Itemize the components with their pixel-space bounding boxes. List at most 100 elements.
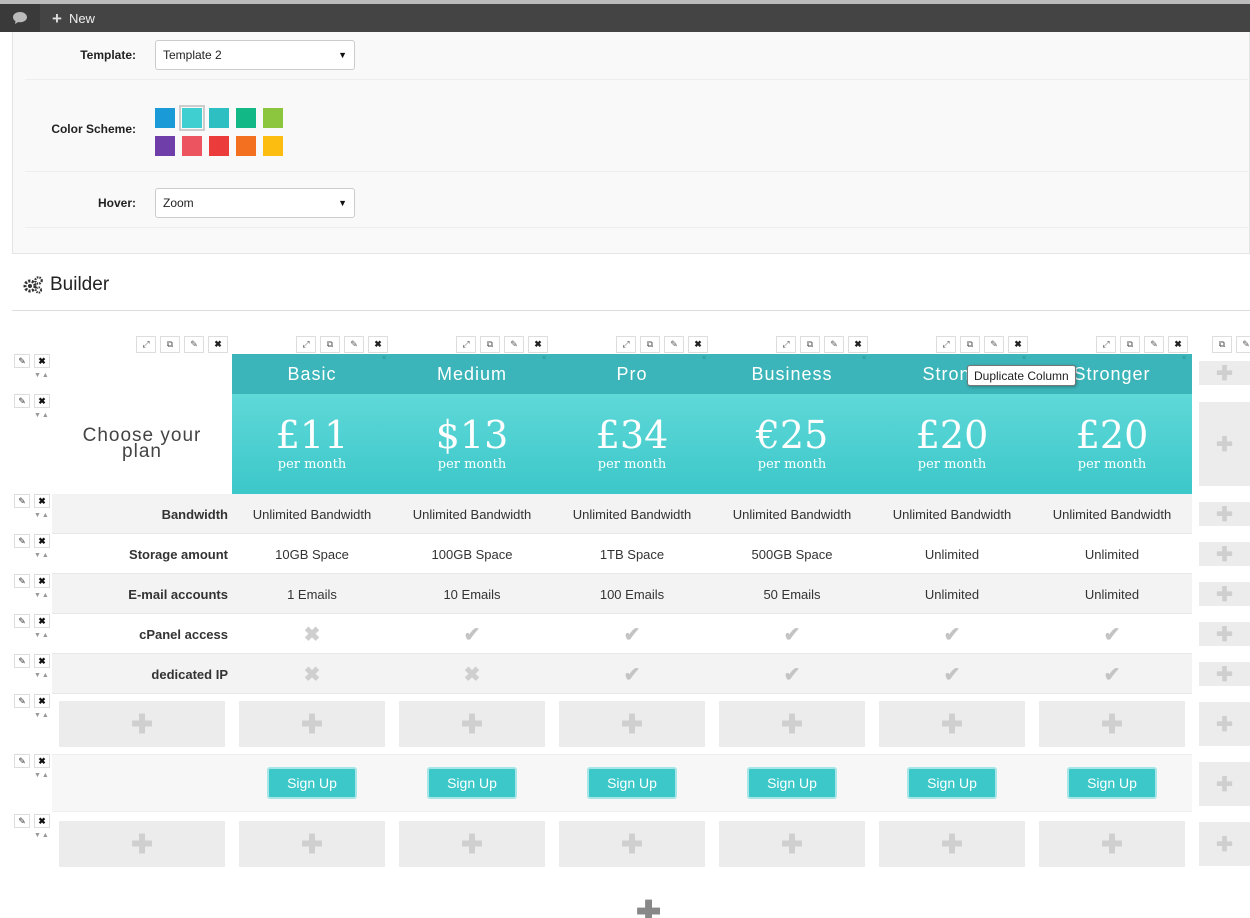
remove-icon[interactable]: ✖ — [528, 336, 548, 353]
new-content-button[interactable]: + New — [40, 4, 107, 32]
color-swatch[interactable] — [179, 105, 205, 131]
edit-icon[interactable]: ✎ — [1144, 336, 1164, 353]
edit-icon[interactable]: ✎ — [14, 654, 30, 668]
add-cell-button[interactable]: ✚ — [559, 701, 705, 747]
add-cell-button[interactable]: ✚ — [1199, 622, 1250, 646]
add-cell-button[interactable]: ✚ — [719, 701, 865, 747]
add-cell-button[interactable]: ✚ — [399, 821, 545, 867]
move-arrows-icon[interactable]: ▼▲ — [14, 672, 50, 679]
edit-icon[interactable]: ✎ — [14, 574, 30, 588]
edit-icon[interactable]: ✎ — [14, 614, 30, 628]
add-cell-button[interactable]: ✚ — [399, 701, 545, 747]
move-arrows-icon[interactable]: ▼▲ — [14, 632, 50, 639]
remove-icon[interactable]: ✖ — [368, 336, 388, 353]
edit-icon[interactable]: ✎ — [1236, 336, 1250, 353]
add-cell-button[interactable]: ✚ — [59, 701, 225, 747]
edit-icon[interactable]: ✎ — [344, 336, 364, 353]
expand-icon[interactable]: ⤢ — [136, 336, 156, 353]
remove-icon[interactable]: ✖ — [208, 336, 228, 353]
add-cell-button[interactable]: ✚ — [879, 821, 1025, 867]
color-swatch[interactable] — [182, 136, 202, 156]
hover-select[interactable]: Zoom ▼ — [155, 188, 355, 218]
add-cell-button[interactable]: ✚ — [1199, 702, 1250, 746]
add-cell-button[interactable]: ✚ — [719, 821, 865, 867]
remove-icon[interactable]: ✖ — [34, 354, 50, 368]
add-cell-button[interactable]: ✚ — [1039, 821, 1185, 867]
edit-icon[interactable]: ✎ — [824, 336, 844, 353]
remove-icon[interactable]: ✖ — [688, 336, 708, 353]
edit-icon[interactable]: ✎ — [14, 394, 30, 408]
color-swatch[interactable] — [236, 136, 256, 156]
edit-icon[interactable]: ✎ — [14, 814, 30, 828]
sign-up-button[interactable]: Sign Up — [427, 767, 517, 799]
duplicate-icon[interactable]: ⧉ — [160, 336, 180, 353]
edit-icon[interactable]: ✎ — [184, 336, 204, 353]
sign-up-button[interactable]: Sign Up — [747, 767, 837, 799]
duplicate-icon[interactable]: ⧉ — [960, 336, 980, 353]
comments-icon[interactable] — [0, 4, 40, 32]
edit-icon[interactable]: ✎ — [14, 494, 30, 508]
color-swatch[interactable] — [263, 136, 283, 156]
color-swatch[interactable] — [236, 108, 256, 128]
add-cell-button[interactable]: ✚ — [1199, 502, 1250, 526]
remove-icon[interactable]: ✖ — [34, 494, 50, 508]
edit-icon[interactable]: ✎ — [984, 336, 1004, 353]
duplicate-icon[interactable]: ⧉ — [640, 336, 660, 353]
edit-icon[interactable]: ✎ — [664, 336, 684, 353]
remove-icon[interactable]: ✖ — [34, 754, 50, 768]
color-swatch[interactable] — [155, 108, 175, 128]
edit-icon[interactable]: ✎ — [504, 336, 524, 353]
duplicate-icon[interactable]: ⧉ — [800, 336, 820, 353]
color-swatch[interactable] — [155, 136, 175, 156]
sign-up-button[interactable]: Sign Up — [907, 767, 997, 799]
edit-icon[interactable]: ✎ — [14, 754, 30, 768]
duplicate-icon[interactable]: ⧉ — [1212, 336, 1232, 353]
color-swatch[interactable] — [263, 108, 283, 128]
add-cell-button[interactable]: ✚ — [1199, 762, 1250, 806]
remove-icon[interactable]: ✖ — [1168, 336, 1188, 353]
duplicate-icon[interactable]: ⧉ — [480, 336, 500, 353]
remove-icon[interactable]: ✖ — [34, 394, 50, 408]
remove-icon[interactable]: ✖ — [34, 614, 50, 628]
expand-icon[interactable]: ⤢ — [776, 336, 796, 353]
expand-icon[interactable]: ⤢ — [296, 336, 316, 353]
remove-icon[interactable]: ✖ — [34, 654, 50, 668]
expand-icon[interactable]: ⤢ — [616, 336, 636, 353]
remove-icon[interactable]: ✖ — [1008, 336, 1028, 353]
move-arrows-icon[interactable]: ▼▲ — [14, 552, 50, 559]
template-select[interactable]: Template 2 ▼ — [155, 40, 355, 70]
expand-icon[interactable]: ⤢ — [1096, 336, 1116, 353]
move-arrows-icon[interactable]: ▼▲ — [14, 772, 50, 779]
sign-up-button[interactable]: Sign Up — [587, 767, 677, 799]
color-swatch[interactable] — [209, 136, 229, 156]
add-row-icon[interactable]: ✚ — [636, 898, 661, 918]
move-arrows-icon[interactable]: ▼▲ — [14, 372, 50, 379]
sign-up-button[interactable]: Sign Up — [1067, 767, 1157, 799]
sign-up-button[interactable]: Sign Up — [267, 767, 357, 799]
add-cell-button[interactable]: ✚ — [1199, 582, 1250, 606]
move-arrows-icon[interactable]: ▼▲ — [14, 512, 50, 519]
move-arrows-icon[interactable]: ▼▲ — [14, 832, 50, 839]
remove-icon[interactable]: ✖ — [34, 574, 50, 588]
add-cell-button[interactable]: ✚ — [1199, 361, 1250, 385]
add-cell-button[interactable]: ✚ — [1199, 402, 1250, 486]
add-cell-button[interactable]: ✚ — [239, 701, 385, 747]
move-arrows-icon[interactable]: ▼▲ — [14, 712, 50, 719]
add-cell-button[interactable]: ✚ — [1199, 542, 1250, 566]
add-cell-button[interactable]: ✚ — [559, 821, 705, 867]
add-cell-button[interactable]: ✚ — [1039, 701, 1185, 747]
duplicate-icon[interactable]: ⧉ — [320, 336, 340, 353]
remove-icon[interactable]: ✖ — [34, 694, 50, 708]
remove-icon[interactable]: ✖ — [34, 814, 50, 828]
add-cell-button[interactable]: ✚ — [1199, 662, 1250, 686]
move-arrows-icon[interactable]: ▼▲ — [14, 412, 50, 419]
edit-icon[interactable]: ✎ — [14, 694, 30, 708]
add-cell-button[interactable]: ✚ — [1199, 822, 1250, 866]
edit-icon[interactable]: ✎ — [14, 534, 30, 548]
expand-icon[interactable]: ⤢ — [456, 336, 476, 353]
expand-icon[interactable]: ⤢ — [936, 336, 956, 353]
edit-icon[interactable]: ✎ — [14, 354, 30, 368]
color-swatch[interactable] — [209, 108, 229, 128]
move-arrows-icon[interactable]: ▼▲ — [14, 592, 50, 599]
duplicate-icon[interactable]: ⧉ — [1120, 336, 1140, 353]
